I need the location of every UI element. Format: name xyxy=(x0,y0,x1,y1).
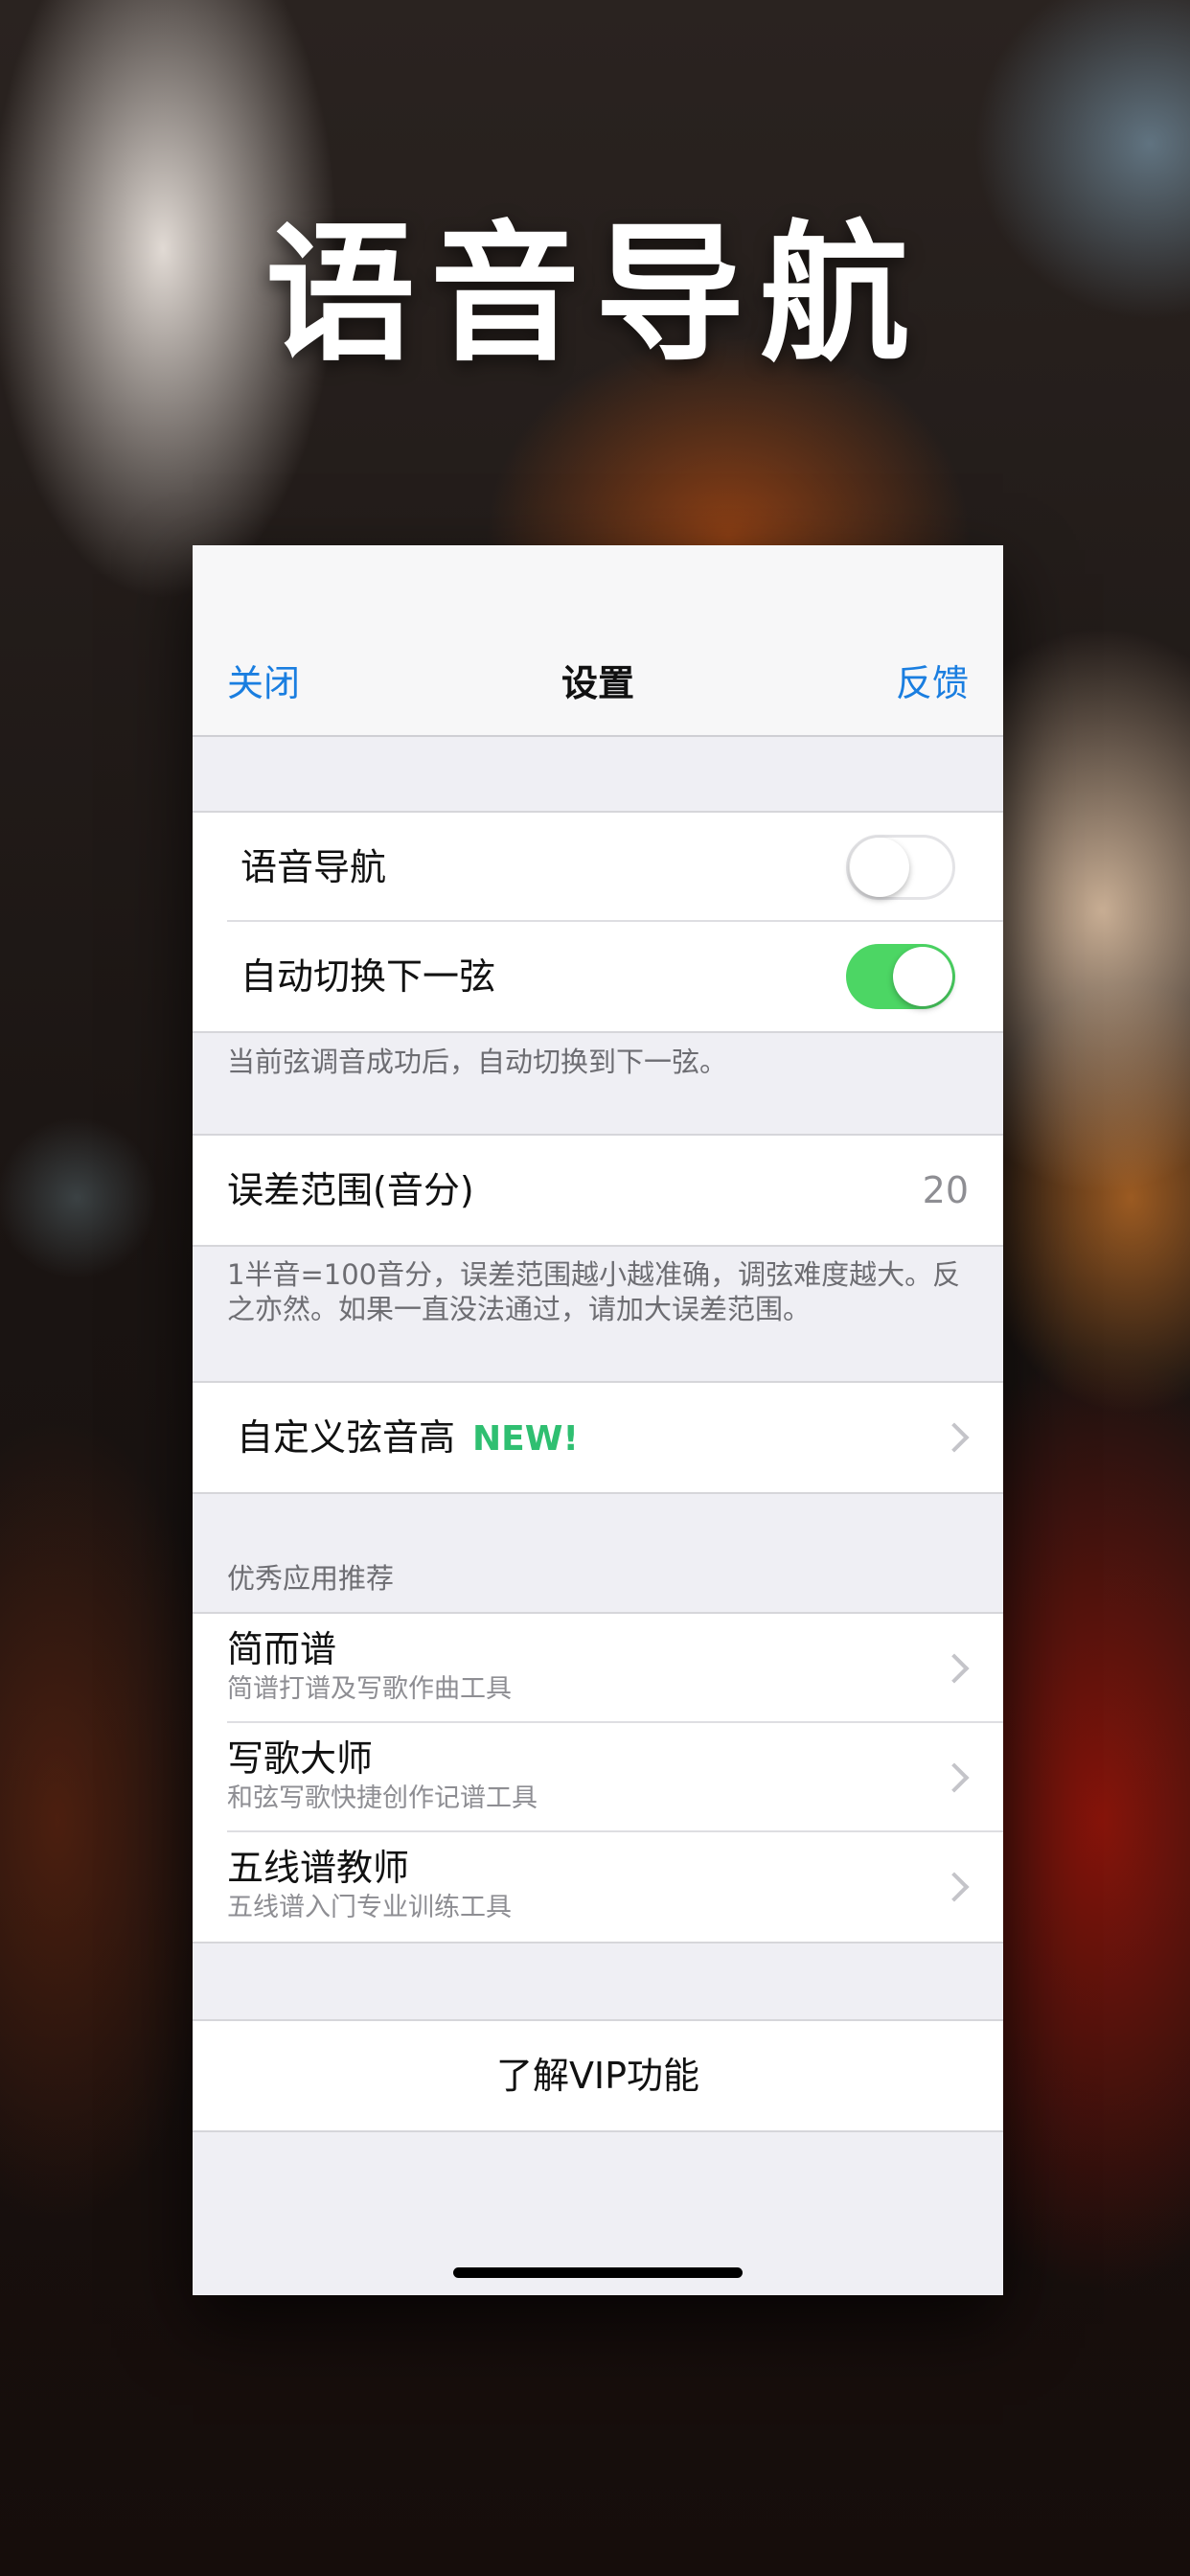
custom-pitch-row[interactable]: 自定义弦音高 NEW! xyxy=(193,1383,1003,1492)
vip-group: 了解VIP功能 xyxy=(193,2019,1003,2132)
auto-switch-toggle[interactable] xyxy=(846,944,955,1009)
settings-screen: 关闭 设置 反馈 语音导航 自动切换下一弦 当前弦调音成功后，自动切换到下一弦。… xyxy=(193,545,1003,2295)
app-row[interactable]: 写歌大师 和弦写歌快捷创作记谱工具 xyxy=(193,1723,1003,1832)
recommend-section-header: 优秀应用推荐 xyxy=(227,1562,395,1595)
tolerance-note: 1半音=100音分，误差范围越小越准确，调弦难度越大。反之亦然。如果一直没法通过… xyxy=(227,1258,961,1325)
new-badge: NEW! xyxy=(472,1419,579,1459)
app-row[interactable]: 简而谱 简谱打谱及写歌作曲工具 xyxy=(193,1614,1003,1723)
vip-button[interactable]: 了解VIP功能 xyxy=(193,2050,1003,2102)
voice-navigation-toggle[interactable] xyxy=(846,835,955,900)
chevron-right-icon xyxy=(939,1762,970,1793)
app-title: 五线谱教师 xyxy=(227,1847,410,1889)
tolerance-label: 误差范围(音分) xyxy=(227,1169,474,1211)
custom-pitch-text: 自定义弦音高 xyxy=(237,1416,456,1459)
voice-navigation-label: 语音导航 xyxy=(240,846,387,888)
auto-switch-row: 自动切换下一弦 xyxy=(193,922,1003,1031)
app-subtitle: 和弦写歌快捷创作记谱工具 xyxy=(227,1783,538,1813)
recommend-group: 简而谱 简谱打谱及写歌作曲工具 写歌大师 和弦写歌快捷创作记谱工具 五线谱教师 … xyxy=(193,1612,1003,1944)
chevron-right-icon xyxy=(939,1422,970,1453)
auto-switch-label: 自动切换下一弦 xyxy=(240,955,496,998)
app-subtitle: 简谱打谱及写歌作曲工具 xyxy=(227,1674,512,1704)
tolerance-row[interactable]: 误差范围(音分) 20 xyxy=(193,1136,1003,1245)
tolerance-value: 20 xyxy=(922,1169,969,1211)
feedback-button[interactable]: 反馈 xyxy=(896,658,969,708)
navigation-bar: 关闭 设置 反馈 xyxy=(193,545,1003,737)
custom-pitch-label: 自定义弦音高 NEW! xyxy=(237,1412,579,1465)
voice-navigation-row: 语音导航 xyxy=(193,813,1003,922)
tolerance-group: 误差范围(音分) 20 xyxy=(193,1134,1003,1247)
custom-pitch-group: 自定义弦音高 NEW! xyxy=(193,1381,1003,1494)
app-subtitle: 五线谱入门专业训练工具 xyxy=(227,1893,512,1922)
toggle-group: 语音导航 自动切换下一弦 xyxy=(193,811,1003,1033)
app-title: 简而谱 xyxy=(227,1628,337,1670)
app-title: 写歌大师 xyxy=(227,1737,374,1780)
chevron-right-icon xyxy=(939,1872,970,1902)
vip-row[interactable]: 了解VIP功能 xyxy=(193,2021,1003,2130)
page-title: 设置 xyxy=(561,662,634,704)
toggle-knob xyxy=(850,838,909,897)
hero-title: 语音导航 xyxy=(265,207,925,381)
chevron-right-icon xyxy=(939,1653,970,1684)
app-row[interactable]: 五线谱教师 五线谱入门专业训练工具 xyxy=(193,1832,1003,1942)
auto-switch-note: 当前弦调音成功后，自动切换到下一弦。 xyxy=(227,1046,728,1078)
toggle-knob xyxy=(893,947,952,1006)
home-indicator[interactable] xyxy=(453,2267,743,2278)
